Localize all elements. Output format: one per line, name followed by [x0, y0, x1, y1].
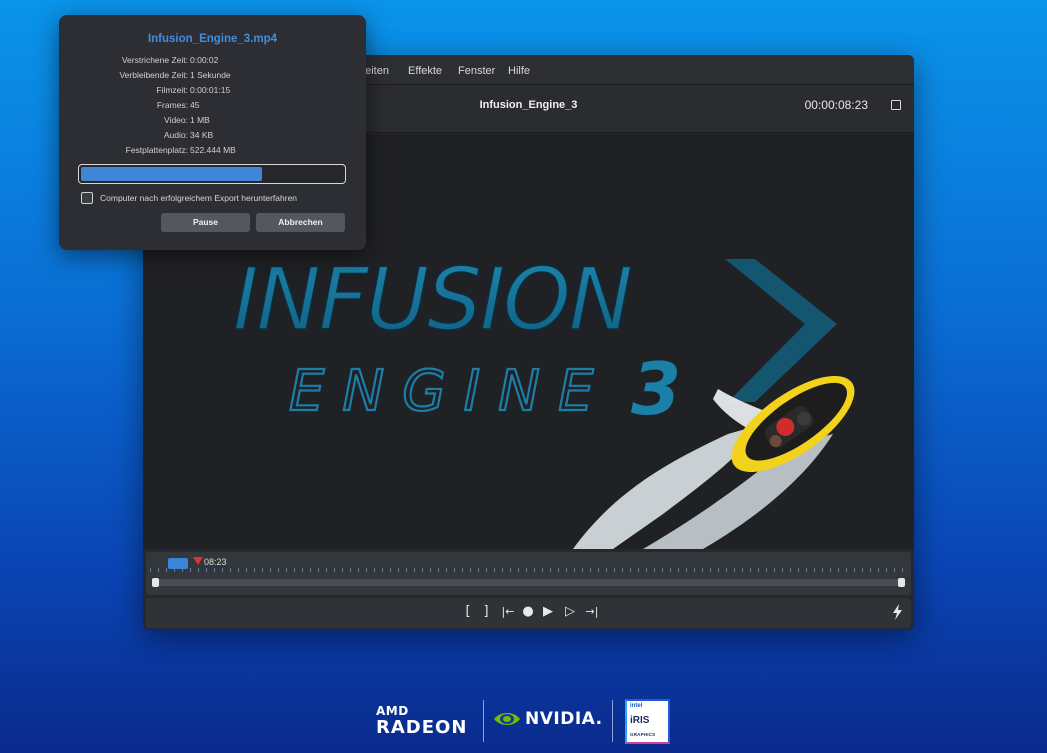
stat-label: Video:: [164, 115, 188, 125]
go-to-start-button[interactable]: |←: [499, 604, 517, 620]
menu-window[interactable]: Fenster: [458, 65, 495, 77]
transport-bar: [ ] |← ● ▶ ▷ →|: [146, 598, 911, 628]
menu-help[interactable]: Hilfe: [508, 65, 530, 77]
stat-row: Frames: 45: [59, 100, 366, 114]
stat-label: Festplattenplatz:: [125, 145, 188, 155]
nvidia-text: NVIDIA.: [525, 709, 603, 729]
iris-text: iRIS: [630, 715, 650, 726]
step-forward-button[interactable]: ▷: [562, 604, 578, 620]
stat-value: 1 MB: [190, 115, 210, 125]
subline-text: ENGINE: [289, 359, 611, 424]
stat-row: Video: 1 MB: [59, 115, 366, 129]
timeline-ruler[interactable]: [150, 554, 907, 574]
wake-spray-1: [573, 424, 763, 549]
stat-value: 522.444 MB: [190, 145, 236, 155]
in-point-marker[interactable]: [168, 558, 188, 569]
export-dialog: Infusion_Engine_3.mp4 Verstrichene Zeit:…: [59, 15, 366, 250]
stat-value: 45: [190, 100, 200, 110]
shutdown-checkbox[interactable]: [81, 192, 93, 204]
mark-in-button[interactable]: [: [462, 604, 474, 620]
pause-button[interactable]: Pause: [161, 213, 250, 232]
logo-divider: [612, 700, 613, 742]
stat-row: Verstrichene Zeit: 0:00:02: [59, 55, 366, 69]
intel-iris-logo: intel iRIS GRAPHICS: [625, 699, 670, 744]
globe-icon[interactable]: ●: [520, 604, 536, 620]
stat-value: 1 Sekunde: [190, 70, 231, 80]
cancel-button[interactable]: Abbrechen: [256, 213, 345, 232]
export-progress-bar: [78, 164, 346, 184]
progress-fill: [81, 167, 262, 181]
stat-value: 0:00:01:15: [190, 85, 231, 95]
stat-row: Audio: 34 KB: [59, 130, 366, 144]
logo-divider: [483, 700, 484, 742]
headline-text: INFUSION: [233, 250, 632, 350]
playhead-icon[interactable]: [193, 557, 203, 565]
number-text: 3: [631, 347, 681, 431]
playhead-time: 08:23: [204, 557, 227, 567]
stat-label: Filmzeit:: [156, 85, 188, 95]
stat-value: 34 KB: [190, 130, 214, 140]
scroll-handle-end[interactable]: [898, 578, 905, 587]
menu-effects[interactable]: Effekte: [408, 65, 442, 77]
stat-row: Festplattenplatz: 522.444 MB: [59, 145, 366, 159]
stat-value: 0:00:02: [190, 55, 219, 65]
timeline-scrollbar[interactable]: [152, 578, 905, 587]
nvidia-logo: NVIDIA.: [492, 709, 603, 729]
amd-text: AMD: [376, 704, 409, 718]
mark-out-button[interactable]: ]: [480, 604, 492, 620]
play-button[interactable]: ▶: [541, 604, 555, 620]
stat-label: Verbleibende Zeit:: [119, 70, 188, 80]
stat-label: Frames:: [156, 100, 188, 110]
timeline[interactable]: 08:23: [146, 552, 911, 595]
intel-text: intel: [630, 703, 643, 709]
maximize-icon[interactable]: [891, 100, 901, 110]
dialog-title: Infusion_Engine_3.mp4: [147, 33, 278, 45]
scroll-handle-start[interactable]: [152, 578, 159, 587]
partner-logos: AMD RADEON NVIDIA. intel iRIS GRAPHICS: [0, 694, 1047, 749]
nvidia-eye-icon: [494, 713, 520, 725]
go-to-end-button[interactable]: →|: [583, 604, 601, 620]
stat-row: Filmzeit: 0:00:01:15: [59, 85, 366, 99]
timecode-display: 00:00:08:23: [804, 98, 868, 112]
lightning-icon[interactable]: [891, 604, 905, 620]
radeon-text: RADEON: [376, 717, 468, 738]
iris-graphics-text: GRAPHICS: [630, 732, 656, 737]
stat-label: Verstrichene Zeit:: [121, 55, 188, 65]
amd-radeon-logo: AMD RADEON: [376, 704, 467, 738]
shutdown-checkbox-label[interactable]: Computer nach erfolgreichem Export herun…: [100, 193, 297, 203]
stat-row: Verbleibende Zeit: 1 Sekunde: [59, 70, 366, 84]
stat-label: Audio:: [163, 130, 188, 140]
